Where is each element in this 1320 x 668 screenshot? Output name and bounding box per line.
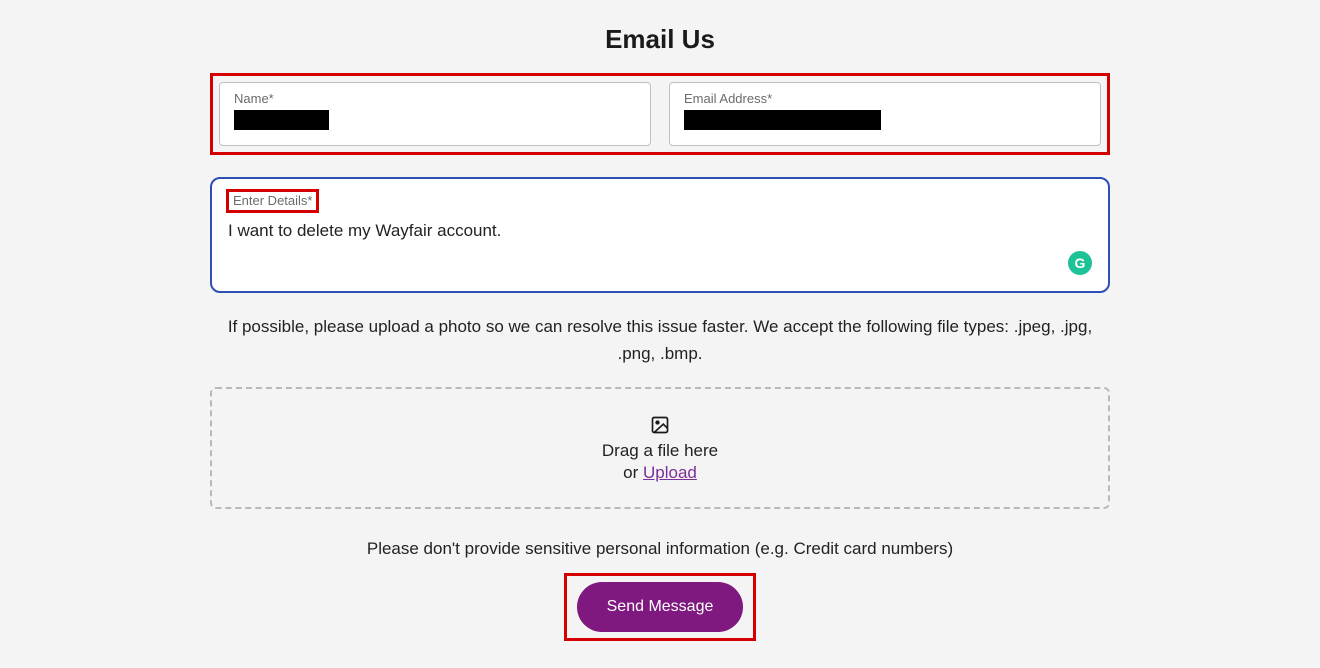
- upload-link[interactable]: Upload: [643, 463, 697, 482]
- details-label: Enter Details*: [233, 193, 312, 208]
- name-label: Name*: [234, 91, 636, 106]
- email-form: Name* Email Address* Enter Details* I wa…: [210, 73, 1110, 641]
- upload-hint: If possible, please upload a photo so we…: [210, 313, 1110, 367]
- email-field[interactable]: Email Address*: [669, 82, 1101, 146]
- page-title: Email Us: [14, 0, 1306, 73]
- grammarly-icon[interactable]: G: [1068, 251, 1092, 275]
- email-label: Email Address*: [684, 91, 1086, 106]
- email-value-redacted: [684, 110, 881, 130]
- annotation-details-label-box: Enter Details*: [226, 189, 319, 213]
- dropzone-text-2: or Upload: [222, 463, 1098, 483]
- name-value-redacted: [234, 110, 329, 130]
- dropzone-text-1: Drag a file here: [222, 441, 1098, 461]
- details-field[interactable]: Enter Details* I want to delete my Wayfa…: [210, 177, 1110, 293]
- annotation-send-button-box: Send Message: [564, 573, 757, 641]
- details-value: I want to delete my Wayfair account.: [228, 219, 1092, 243]
- image-icon: [650, 415, 670, 435]
- name-field[interactable]: Name*: [219, 82, 651, 146]
- privacy-note: Please don't provide sensitive personal …: [210, 539, 1110, 559]
- send-button[interactable]: Send Message: [577, 582, 744, 632]
- dropzone-or: or: [623, 463, 643, 482]
- file-dropzone[interactable]: Drag a file here or Upload: [210, 387, 1110, 509]
- annotation-name-email-box: Name* Email Address*: [210, 73, 1110, 155]
